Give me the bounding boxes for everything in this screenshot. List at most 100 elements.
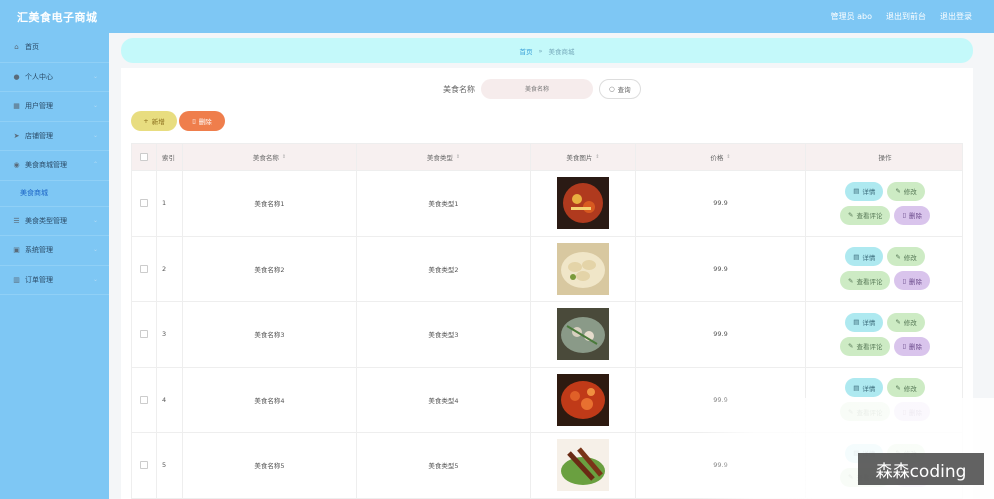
sidebar: ⌂ 首页 ● 个人中心 ⌄ ▦ 用户管理 ⌄ ➤ 店铺管理 ⌄ ◉ 美食商城管理… xyxy=(0,33,109,499)
pencil-icon: ✎ xyxy=(895,383,901,392)
detail-button[interactable]: ▤详情 xyxy=(845,181,884,201)
sort-icon: ⇕ xyxy=(595,154,600,160)
detail-button[interactable]: ▤详情 xyxy=(845,312,884,332)
row-food-type: 美食类型3 xyxy=(428,331,459,340)
sidebar-subitem-food-mall[interactable]: 美食商城 xyxy=(0,181,109,207)
header-image[interactable]: 美食图片 ⇕ xyxy=(531,144,636,170)
delete-button[interactable]: ▯删除 xyxy=(894,271,931,291)
sort-icon: ⇕ xyxy=(726,154,731,160)
detail-button[interactable]: ▤详情 xyxy=(845,247,884,267)
delete-button-label: 删除 xyxy=(909,277,923,286)
row-food-type: 美食类型1 xyxy=(428,200,459,209)
header-ops: 操作 xyxy=(878,154,892,162)
back-to-front-link[interactable]: 退出到前台 xyxy=(886,11,926,22)
admin-user-label: 管理员 abo xyxy=(830,12,872,21)
table-icon: ▦ xyxy=(13,102,20,111)
row-actions: ▤详情 ✎修改 ✎查看评论 ▯删除 xyxy=(839,312,931,356)
edit-button[interactable]: ✎修改 xyxy=(887,378,925,398)
food-image xyxy=(557,439,609,492)
breadcrumb-current: 美食商城 xyxy=(548,47,575,56)
header-price[interactable]: 价格 ⇕ xyxy=(636,144,806,170)
edit-button[interactable]: ✎修改 xyxy=(887,247,925,267)
delete-button[interactable]: ▯删除 xyxy=(894,336,931,356)
sidebar-item-label: 首页 xyxy=(25,43,39,52)
header-index: 索引 xyxy=(162,154,175,162)
edit-button[interactable]: ✎修改 xyxy=(887,181,925,201)
list-icon: ☰ xyxy=(13,216,20,225)
pencil-icon: ✎ xyxy=(847,342,854,351)
header-type[interactable]: 美食类型 ⇕ xyxy=(357,144,531,170)
sidebar-item-order-management[interactable]: ▥ 订单管理 ⌄ xyxy=(0,266,109,295)
edit-button-label: 修改 xyxy=(903,188,917,197)
view-comments-button[interactable]: ✎查看评论 xyxy=(839,205,891,225)
delete-button[interactable]: ▯删除 xyxy=(894,205,931,225)
header-type-label: 美食类型 xyxy=(426,154,453,162)
row-food-name: 美食名称2 xyxy=(254,265,285,274)
search-input[interactable] xyxy=(481,79,593,99)
chevron-down-icon: ⌄ xyxy=(92,246,98,253)
document-icon: ▤ xyxy=(853,187,860,196)
chevron-down-icon: ⌄ xyxy=(92,131,98,139)
row-index: 1 xyxy=(162,199,167,208)
header-price-label: 价格 xyxy=(710,154,724,162)
settings-icon: ▣ xyxy=(13,246,20,255)
edit-button[interactable]: ✎修改 xyxy=(887,312,925,332)
add-button-label: 新增 xyxy=(151,118,165,126)
sort-icon: ⇕ xyxy=(281,154,287,160)
row-index: 5 xyxy=(162,461,167,470)
view-comments-label: 查看评论 xyxy=(856,343,883,352)
search-label: 美食名称 xyxy=(443,84,475,94)
search-button[interactable]: ○ 查询 xyxy=(599,79,641,99)
trash-icon: ▯ xyxy=(192,117,196,125)
row-actions: ▤详情 ✎修改 ✎查看评论 ▯删除 xyxy=(839,247,931,291)
pencil-icon: ✎ xyxy=(895,187,901,196)
breadcrumb: 首页 » 美食商城 xyxy=(121,38,973,63)
sidebar-item-system-management[interactable]: ▣ 系统管理 ⌄ xyxy=(0,236,109,266)
row-checkbox[interactable] xyxy=(140,199,148,208)
detail-button[interactable]: ▤详情 xyxy=(845,378,884,398)
row-price: 99.9 xyxy=(713,199,728,208)
pencil-icon: ✎ xyxy=(847,211,854,220)
batch-delete-button[interactable]: ▯ 删除 xyxy=(179,111,225,131)
trash-icon: ▯ xyxy=(902,211,907,220)
pencil-icon: ✎ xyxy=(895,252,901,261)
home-icon: ⌂ xyxy=(14,43,19,52)
sidebar-item-label: 个人中心 xyxy=(25,72,53,81)
sidebar-item-food-type-management[interactable]: ☰ 美食类型管理 ⌄ xyxy=(0,207,109,236)
view-comments-button[interactable]: ✎查看评论 xyxy=(839,271,891,291)
sidebar-item-personal-center[interactable]: ● 个人中心 ⌄ xyxy=(0,63,109,92)
plus-icon: + xyxy=(143,117,149,125)
row-checkbox[interactable] xyxy=(140,330,148,339)
logout-link[interactable]: 退出登录 xyxy=(940,11,972,22)
location-icon: ◉ xyxy=(13,161,20,170)
sidebar-item-food-mall-management[interactable]: ◉ 美食商城管理 ⌃ xyxy=(0,151,109,181)
sidebar-item-label: 订单管理 xyxy=(25,275,53,284)
sidebar-item-label: 美食类型管理 xyxy=(25,216,67,225)
sidebar-item-label: 美食商城管理 xyxy=(25,161,67,170)
sidebar-item-user-management[interactable]: ▦ 用户管理 ⌄ xyxy=(0,92,109,122)
chevron-down-icon: ⌄ xyxy=(92,216,98,224)
breadcrumb-home[interactable]: 首页 xyxy=(520,46,533,56)
row-checkbox[interactable] xyxy=(140,264,148,273)
view-comments-label: 查看评论 xyxy=(856,277,883,286)
chevron-down-icon: ⌄ xyxy=(92,102,98,109)
select-all-checkbox[interactable] xyxy=(140,153,148,161)
row-checkbox[interactable] xyxy=(140,395,148,404)
sidebar-item-home[interactable]: ⌂ 首页 xyxy=(0,33,109,63)
row-checkbox[interactable] xyxy=(140,461,148,470)
toolbar: + 新增 ▯ 删除 xyxy=(131,111,225,131)
table-row: 3 美食名称3 美食类型3 99.9 ▤ 详情 ✎ 修改 ✎ 查看评论 ▯ 删除 xyxy=(131,302,963,368)
document-icon: ▤ xyxy=(853,318,860,327)
header-name-label: 美食名称 xyxy=(252,154,279,162)
detail-button-label: 详情 xyxy=(862,319,876,328)
sidebar-item-label: 用户管理 xyxy=(25,102,53,111)
edit-button-label: 修改 xyxy=(903,319,917,328)
user-icon: ● xyxy=(13,72,20,81)
row-price: 99.9 xyxy=(713,264,728,273)
chevron-up-icon: ⌃ xyxy=(92,161,98,168)
detail-button-label: 详情 xyxy=(862,253,876,262)
add-button[interactable]: + 新增 xyxy=(131,111,177,131)
sidebar-item-shop-management[interactable]: ➤ 店铺管理 ⌄ xyxy=(0,122,109,151)
header-name[interactable]: 美食名称 ⇕ xyxy=(183,144,357,170)
view-comments-button[interactable]: ✎查看评论 xyxy=(839,336,891,356)
